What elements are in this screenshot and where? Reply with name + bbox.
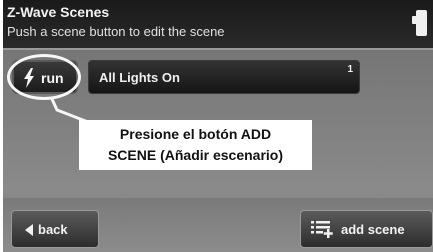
callout-text-line2: SCENE (Añadir escenario) <box>107 147 284 163</box>
add-scene-button[interactable]: add scene <box>300 210 433 248</box>
add-list-icon <box>311 221 333 238</box>
touchscreen: Z-Wave Scenes Push a scene button to edi… <box>0 0 433 252</box>
photo-border <box>0 0 3 252</box>
callout-text-line1: Presione el botón ADD <box>119 126 272 142</box>
instruction-callout: Presione el botón ADD SCENE (Añadir esce… <box>79 120 312 170</box>
left-arrow-icon <box>25 224 33 236</box>
add-scene-button-label: add scene <box>341 222 405 237</box>
back-button-label: back <box>38 222 68 237</box>
back-button[interactable]: back <box>11 210 99 248</box>
